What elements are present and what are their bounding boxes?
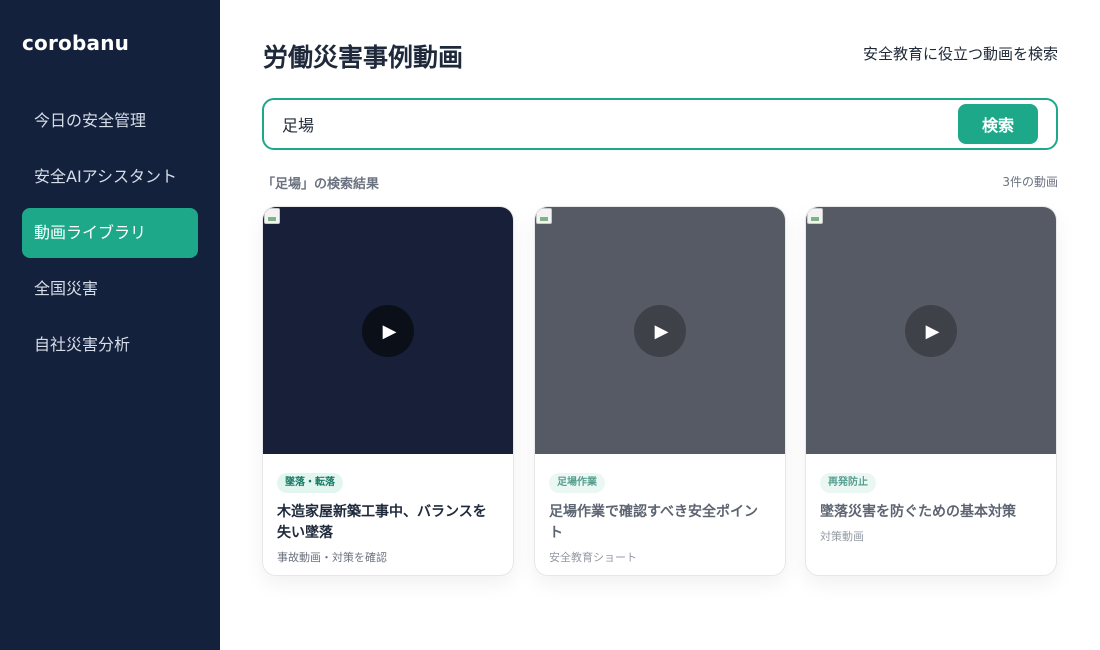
category-tag: 足場作業 bbox=[549, 473, 605, 493]
play-icon: ▶ bbox=[382, 320, 397, 342]
play-icon: ▶ bbox=[654, 320, 669, 342]
card-body: 墜落・転落 木造家屋新築工事中、バランスを失い墜落 事故動画・対策を確認 bbox=[277, 470, 499, 565]
main-content: 労働災害事例動画 安全教育に役立つ動画を検索 検索 「足場」の検索結果 3件の動… bbox=[220, 0, 1100, 650]
page-title: 労働災害事例動画 bbox=[263, 43, 464, 72]
sidebar-nav: 今日の安全管理 安全AIアシスタント 動画ライブラリ 全国災害 自社災害分析 bbox=[22, 96, 198, 376]
search-box: 検索 bbox=[262, 98, 1058, 150]
video-card[interactable]: ▶ 墜落・転落 木造家屋新築工事中、バランスを失い墜落 事故動画・対策を確認 bbox=[262, 206, 514, 576]
results-count: 3件の動画 bbox=[1002, 175, 1058, 189]
card-body: 足場作業 足場作業で確認すべき安全ポイント 安全教育ショート bbox=[549, 470, 771, 565]
card-body: 再発防止 墜落災害を防ぐための基本対策 対策動画 bbox=[820, 470, 1042, 544]
video-meta: 対策動画 bbox=[820, 530, 864, 543]
sidebar-item-today-safety[interactable]: 今日の安全管理 bbox=[22, 96, 198, 146]
video-title[interactable]: 墜落災害を防ぐための基本対策 bbox=[820, 502, 1042, 523]
video-card[interactable]: ▶ 足場作業 足場作業で確認すべき安全ポイント 安全教育ショート bbox=[534, 206, 786, 576]
sidebar-item-company-analysis[interactable]: 自社災害分析 bbox=[22, 320, 198, 370]
video-thumbnail[interactable]: ▶ bbox=[535, 207, 785, 454]
search-button[interactable]: 検索 bbox=[958, 104, 1038, 144]
video-title[interactable]: 木造家屋新築工事中、バランスを失い墜落 bbox=[277, 502, 499, 544]
video-meta: 安全教育ショート bbox=[549, 551, 637, 564]
video-thumbnail[interactable]: ▶ bbox=[263, 207, 513, 454]
sidebar: corobanu 今日の安全管理 安全AIアシスタント 動画ライブラリ 全国災害… bbox=[0, 0, 220, 650]
page-subtitle: 安全教育に役立つ動画を検索 bbox=[862, 45, 1058, 63]
video-thumbnail[interactable]: ▶ bbox=[806, 207, 1056, 454]
broken-image-icon bbox=[807, 208, 823, 224]
play-button[interactable]: ▶ bbox=[905, 305, 957, 357]
category-tag: 再発防止 bbox=[820, 473, 876, 493]
broken-image-icon bbox=[536, 208, 552, 224]
video-meta: 事故動画・対策を確認 bbox=[277, 551, 387, 564]
sidebar-item-ai-assistant[interactable]: 安全AIアシスタント bbox=[22, 152, 198, 202]
broken-image-icon bbox=[264, 208, 280, 224]
sidebar-item-video-library[interactable]: 動画ライブラリ bbox=[22, 208, 198, 258]
category-tag: 墜落・転落 bbox=[277, 473, 343, 493]
play-icon: ▶ bbox=[925, 320, 940, 342]
play-button[interactable]: ▶ bbox=[362, 305, 414, 357]
video-title[interactable]: 足場作業で確認すべき安全ポイント bbox=[549, 502, 771, 544]
results-label: 「足場」の検索結果 bbox=[262, 177, 380, 192]
search-input[interactable] bbox=[282, 112, 942, 136]
sidebar-item-national-disasters[interactable]: 全国災害 bbox=[22, 264, 198, 314]
video-card[interactable]: ▶ 再発防止 墜落災害を防ぐための基本対策 対策動画 bbox=[805, 206, 1057, 576]
play-button[interactable]: ▶ bbox=[634, 305, 686, 357]
brand-logo[interactable]: corobanu bbox=[22, 31, 129, 55]
